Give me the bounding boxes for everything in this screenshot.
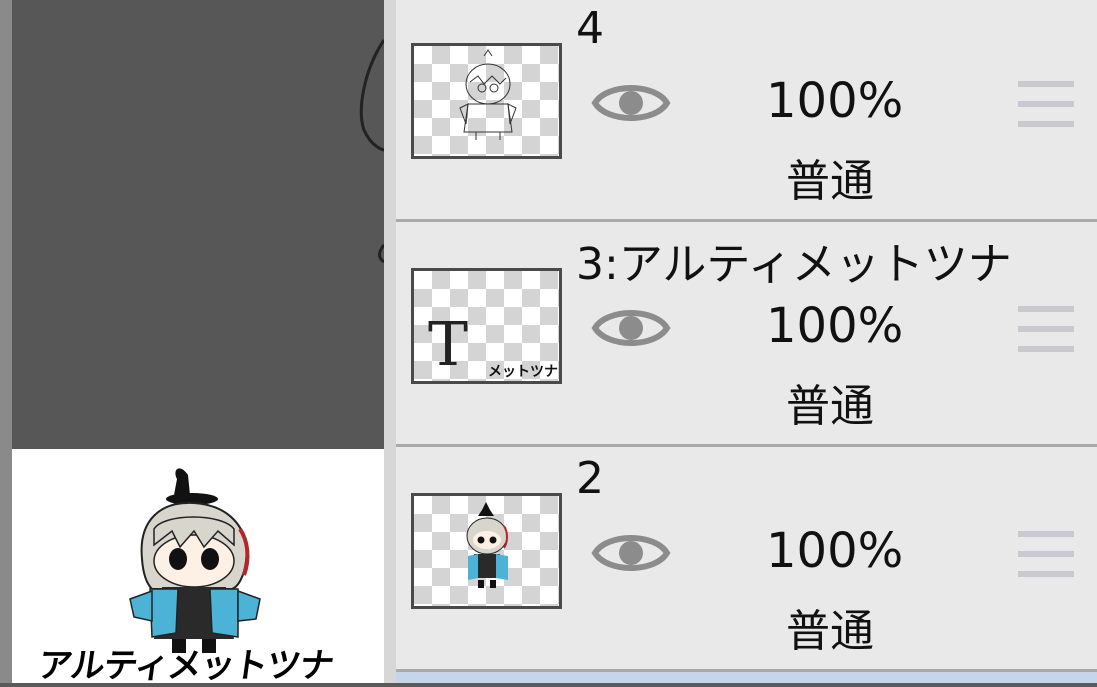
eye-icon[interactable] (591, 300, 671, 356)
blend-mode[interactable]: 普通 (786, 595, 874, 659)
eye-icon[interactable] (591, 525, 671, 581)
opacity-value[interactable]: 100% (766, 73, 903, 129)
layer-row-3[interactable]: 3:アルティメットツナ T メットツナ 100% 普通 (396, 222, 1097, 447)
thumb-text: メットツナ (488, 364, 558, 380)
selected-layer-row-edge[interactable] (396, 672, 1097, 683)
drag-handle-icon[interactable] (1018, 306, 1074, 352)
layer-name: 3:アルティメットツナ (576, 239, 1012, 290)
drag-handle-icon[interactable] (1018, 81, 1074, 127)
left-edge-strip (0, 0, 12, 683)
text-layer-t-icon: T (428, 310, 469, 380)
layer-name: 2 (576, 453, 604, 504)
drag-handle-icon[interactable] (1018, 531, 1074, 577)
layer-row-4[interactable]: 4 100% 普通 (396, 0, 1097, 222)
layer-name: 4 (576, 3, 604, 54)
canvas-artwork-edge (359, 39, 384, 264)
character-thumbnail[interactable] (411, 493, 562, 609)
opacity-value[interactable]: 100% (766, 523, 903, 579)
sketch-thumbnail[interactable] (411, 43, 562, 159)
canvas-area[interactable] (12, 0, 384, 683)
panel-edge (384, 0, 396, 683)
text-layer-thumbnail[interactable]: T メットツナ (411, 268, 562, 384)
blend-mode[interactable]: 普通 (786, 370, 874, 434)
eye-icon[interactable] (591, 75, 671, 131)
blend-mode[interactable]: 普通 (786, 145, 874, 209)
preview-caption: アルティメットツナ (35, 646, 336, 686)
layers-panel: 4 100% 普通 3:アルティメットツナ T メットツナ 100% 普通 2 … (396, 0, 1097, 683)
opacity-value[interactable]: 100% (766, 298, 903, 354)
layer-row-2[interactable]: 2 100% 普通 (396, 447, 1097, 672)
